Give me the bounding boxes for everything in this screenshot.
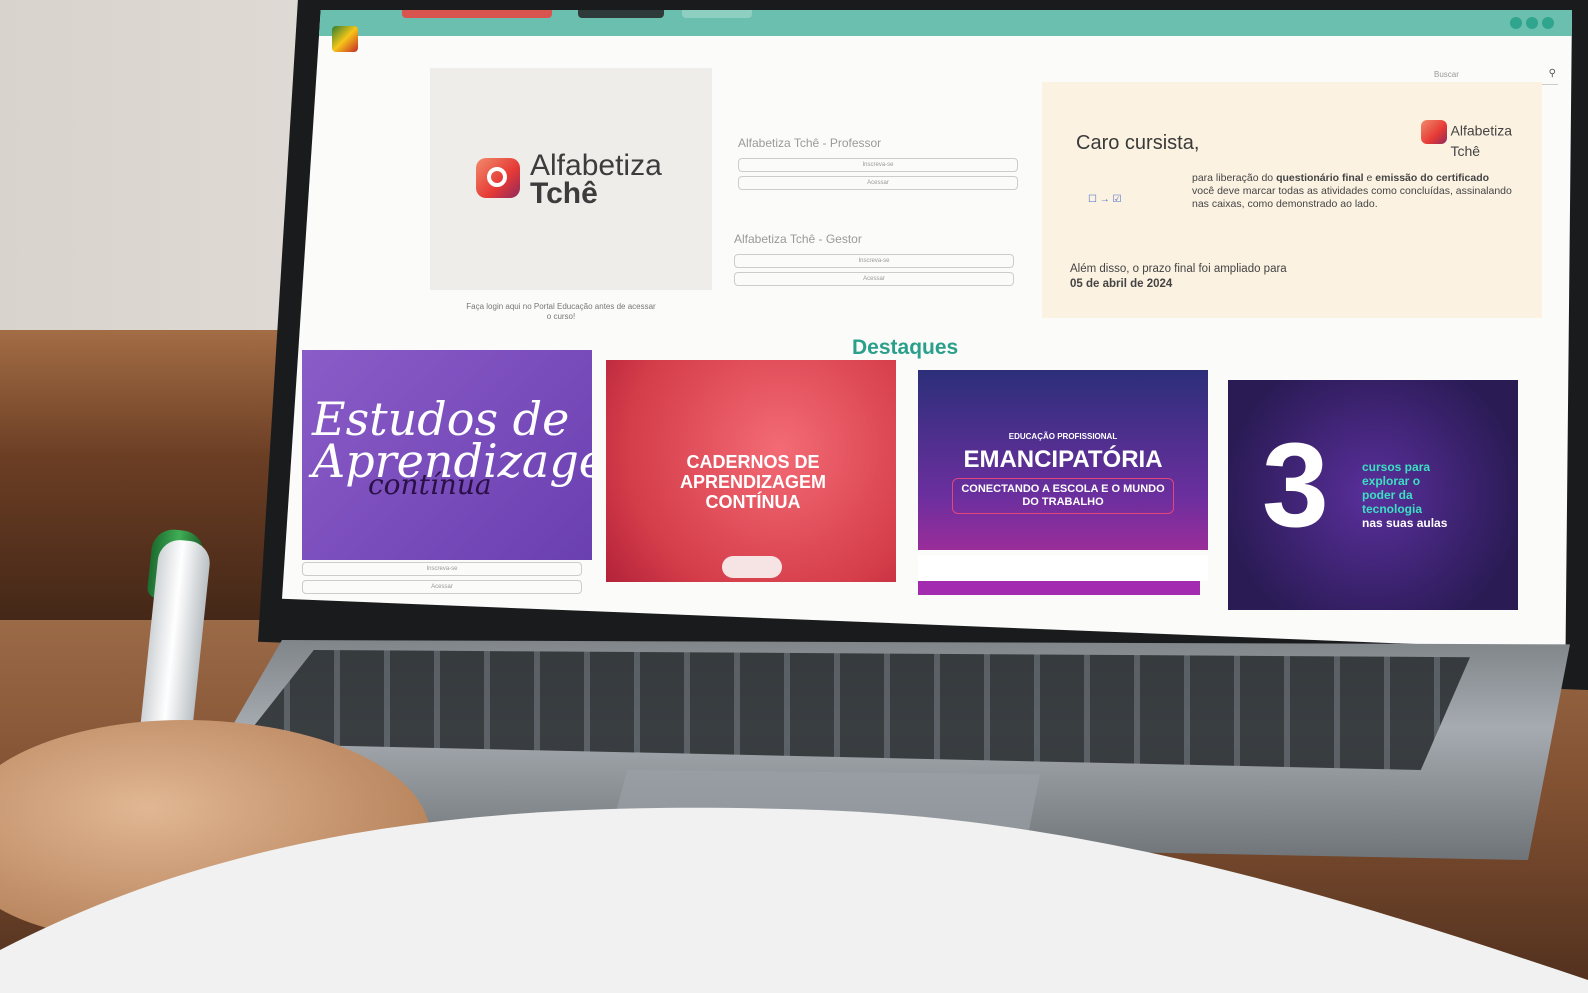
notice-body-mid: e bbox=[1363, 172, 1376, 184]
access-button[interactable]: Acessar bbox=[738, 176, 1018, 190]
enroll-button[interactable]: Inscreva-se bbox=[734, 254, 1014, 268]
highlight-tile-emancipatoria[interactable]: EDUCAÇÃO PROFISSIONAL EMANCIPATÓRIA CONE… bbox=[918, 370, 1208, 550]
notice-body: para liberação do questionário final e e… bbox=[1192, 172, 1512, 211]
notice-logo: Alfabetiza Tchê bbox=[1420, 120, 1512, 159]
notice-extra: Além disso, o prazo final foi ampliado p… bbox=[1070, 262, 1430, 292]
government-crest-icon bbox=[332, 26, 358, 52]
top-nav-pill-dark[interactable] bbox=[578, 10, 664, 18]
alfabetiza-logo-icon bbox=[1420, 120, 1447, 144]
tile-buttons: Inscreva-se Acessar bbox=[302, 562, 582, 598]
top-nav-pill-muted[interactable] bbox=[682, 10, 752, 18]
enroll-button[interactable]: Inscreva-se bbox=[738, 158, 1018, 172]
tile-title: EMANCIPATÓRIA bbox=[963, 446, 1163, 473]
enroll-button[interactable]: Inscreva-se bbox=[302, 562, 582, 576]
tile-text-line5: nas suas aulas bbox=[1362, 516, 1448, 530]
section-title: Destaques bbox=[852, 336, 959, 359]
highlight-tile-estudos[interactable]: Estudos de Aprendizagem contínua bbox=[302, 350, 592, 560]
tile-kicker: EDUCAÇÃO PROFISSIONAL bbox=[1008, 432, 1118, 441]
highlight-tile-tecnologia[interactable]: 3 cursos para explorar o poder da tecnol… bbox=[1228, 380, 1518, 610]
highlight-tile-cadernos[interactable]: CADERNOS DE APRENDIZAGEM CONTÍNUA bbox=[606, 360, 896, 582]
browser-top-bar bbox=[282, 10, 1572, 36]
notice-logo-line1: Alfabetiza bbox=[1450, 122, 1512, 139]
notice-body-bold1: questionário final bbox=[1276, 172, 1364, 184]
course-professor: Alfabetiza Tchê - Professor Inscreva-se … bbox=[738, 136, 1018, 194]
notice-deadline: 05 de abril de 2024 bbox=[1070, 278, 1173, 290]
tile-subtitle: contínua bbox=[368, 468, 492, 501]
tile-footer-logos bbox=[918, 555, 1208, 581]
tile-text-line2: explorar o bbox=[1362, 474, 1421, 488]
notice-body-post: você deve marcar todas as atividades com… bbox=[1192, 185, 1512, 210]
notice-logo-line2: Tchê bbox=[1450, 143, 1481, 159]
laptop-screen: Buscar ⚲ Alfabetiza Tchê Faça login aqui… bbox=[282, 10, 1572, 650]
control-dot-icon[interactable] bbox=[1510, 17, 1522, 29]
tile-text: cursos para explorar o poder da tecnolog… bbox=[1362, 460, 1492, 530]
course-title: Alfabetiza Tchê - Professor bbox=[738, 136, 882, 150]
tile-text-line3: poder da bbox=[1362, 488, 1413, 502]
control-dot-icon[interactable] bbox=[1526, 17, 1538, 29]
tile-text-line4: tecnologia bbox=[1362, 502, 1423, 516]
notice-title: Caro cursista, bbox=[1076, 132, 1200, 154]
course-title: Alfabetiza Tchê - Gestor bbox=[734, 232, 862, 246]
checkbox-example-icon: ☐ → ☑ bbox=[1088, 194, 1122, 205]
brand-name-line2: Tchê bbox=[530, 177, 598, 210]
tile-text-line1: cursos para bbox=[1362, 460, 1431, 474]
access-button[interactable]: Acessar bbox=[734, 272, 1014, 286]
brand-name-line1: Alfabetiza bbox=[530, 149, 662, 182]
notice-extra-pre: Além disso, o prazo final foi ampliado p… bbox=[1070, 263, 1287, 275]
decorative-curve bbox=[0, 807, 1588, 993]
course-gestor: Alfabetiza Tchê - Gestor Inscreva-se Ace… bbox=[734, 232, 1014, 290]
alfabetiza-logo-icon bbox=[476, 158, 520, 198]
notice-body-bold2: emissão do certificado bbox=[1375, 172, 1490, 184]
tile-number: 3 bbox=[1262, 418, 1329, 552]
seduc-logo-icon bbox=[722, 556, 782, 578]
alfabetiza-brand-card: Alfabetiza Tchê bbox=[430, 68, 712, 290]
notice-panel: Alfabetiza Tchê Caro cursista, ☐ → ☑ par… bbox=[1042, 82, 1542, 318]
control-dot-icon[interactable] bbox=[1542, 17, 1554, 29]
search-icon[interactable]: ⚲ bbox=[1549, 68, 1556, 79]
tile-subtitle: CONECTANDO A ESCOLA E O MUNDO DO TRABALH… bbox=[952, 478, 1174, 514]
access-button[interactable]: Acessar bbox=[302, 580, 582, 594]
window-controls bbox=[1506, 16, 1554, 34]
top-nav-pill-red[interactable] bbox=[402, 10, 552, 18]
tile-title: CADERNOS DE APRENDIZAGEM CONTÍNUA bbox=[679, 452, 826, 512]
search-placeholder: Buscar bbox=[1434, 70, 1459, 79]
brand-name: Alfabetiza Tchê bbox=[530, 149, 662, 210]
tile-footer-bar bbox=[918, 581, 1200, 595]
brand-caption: Faça login aqui no Portal Educação antes… bbox=[466, 302, 656, 321]
notice-body-pre: para liberação do bbox=[1192, 172, 1277, 184]
